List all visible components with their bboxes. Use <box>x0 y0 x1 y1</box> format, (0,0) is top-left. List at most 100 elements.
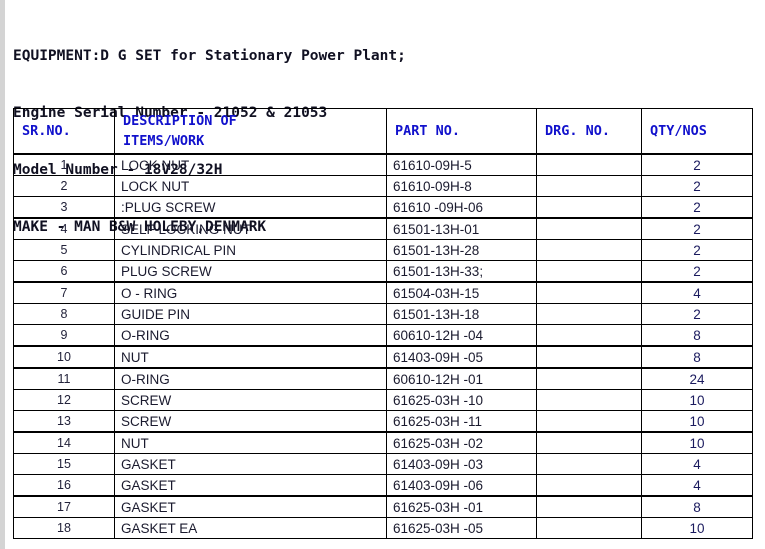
table-row: 10 NUT 61403-09H -05 8 <box>13 345 753 369</box>
cell-part-no: 61625-03H -01 <box>386 495 537 518</box>
cell-qty-nos: 2 <box>641 303 753 325</box>
cell-sr-no: 11 <box>13 367 115 390</box>
cell-part-no: 61625-03H -10 <box>386 389 537 411</box>
cell-part-no: 61610 -09H-06 <box>386 196 537 219</box>
cell-drg-no <box>536 367 642 390</box>
cell-sr-no: 14 <box>13 431 115 454</box>
cell-sr-no: 5 <box>13 239 115 261</box>
cell-description: GASKET <box>114 474 387 497</box>
cell-description: :PLUG SCREW <box>114 196 387 219</box>
table-header-row: SR.NO. DESCRIPTION OF ITEMS/WORK PART NO… <box>13 108 753 155</box>
cell-sr-no: 8 <box>13 303 115 325</box>
table-row: 11 O-RING 60610-12H -01 24 <box>13 367 753 390</box>
cell-part-no: 61610-09H-8 <box>386 175 537 197</box>
table-row: 1 LOCK NUT 61610-09H-5 2 <box>13 153 753 176</box>
cell-drg-no <box>536 517 642 539</box>
cell-drg-no <box>536 324 642 347</box>
cell-drg-no <box>536 410 642 433</box>
table-row: 8 GUIDE PIN 61501-13H-18 2 <box>13 303 753 325</box>
cell-drg-no <box>536 303 642 325</box>
cell-qty-nos: 2 <box>641 239 753 261</box>
table-row: 4 SELF LOCKING NUT 61501-13H-01 2 <box>13 217 753 240</box>
table-row: 16 GASKET 61403-09H -06 4 <box>13 474 753 497</box>
cell-part-no: 61403-09H -06 <box>386 474 537 497</box>
cell-description: PLUG SCREW <box>114 260 387 283</box>
cell-qty-nos: 8 <box>641 345 753 369</box>
table-row: 18 GASKET EA 61625-03H -05 10 <box>13 517 753 539</box>
cell-sr-no: 9 <box>13 324 115 347</box>
cell-sr-no: 4 <box>13 217 115 240</box>
cell-qty-nos: 4 <box>641 453 753 475</box>
cell-drg-no <box>536 175 642 197</box>
column-header-sr-no: SR.NO. <box>13 108 115 155</box>
cell-qty-nos: 2 <box>641 175 753 197</box>
cell-drg-no <box>536 431 642 454</box>
cell-sr-no: 1 <box>13 153 115 176</box>
cell-sr-no: 13 <box>13 410 115 433</box>
cell-qty-nos: 2 <box>641 217 753 240</box>
cell-description: GUIDE PIN <box>114 303 387 325</box>
cell-part-no: 61403-09H -05 <box>386 345 537 369</box>
cell-description: LOCK NUT <box>114 175 387 197</box>
cell-part-no: 61501-13H-01 <box>386 217 537 240</box>
table-row: 6 PLUG SCREW 61501-13H-33; 2 <box>13 260 753 283</box>
cell-description: CYLINDRICAL PIN <box>114 239 387 261</box>
cell-sr-no: 17 <box>13 495 115 518</box>
cell-sr-no: 7 <box>13 281 115 304</box>
cell-qty-nos: 10 <box>641 431 753 454</box>
cell-drg-no <box>536 453 642 475</box>
cell-part-no: 61504-03H-15 <box>386 281 537 304</box>
cell-drg-no <box>536 345 642 369</box>
cell-sr-no: 2 <box>13 175 115 197</box>
table-body: 1 LOCK NUT 61610-09H-5 2 2 LOCK NUT 61610-09H-… <box>13 153 753 539</box>
table-row: 12 SCREW 61625-03H -10 10 <box>13 389 753 411</box>
cell-drg-no <box>536 281 642 304</box>
cell-drg-no <box>536 196 642 219</box>
cell-description: NUT <box>114 431 387 454</box>
cell-drg-no <box>536 495 642 518</box>
cell-description: GASKET <box>114 495 387 518</box>
cell-drg-no <box>536 474 642 497</box>
cell-drg-no <box>536 153 642 176</box>
cell-part-no: 61501-13H-33; <box>386 260 537 283</box>
cell-sr-no: 15 <box>13 453 115 475</box>
cell-part-no: 61625-03H -11 <box>386 410 537 433</box>
table-row: 17 GASKET 61625-03H -01 8 <box>13 495 753 518</box>
cell-description: LOCK NUT <box>114 153 387 176</box>
document-page: EQUIPMENT:D G SET for Stationary Power P… <box>0 0 765 549</box>
cell-qty-nos: 4 <box>641 281 753 304</box>
cell-qty-nos: 24 <box>641 367 753 390</box>
cell-description: GASKET EA <box>114 517 387 539</box>
cell-drg-no <box>536 239 642 261</box>
cell-part-no: 60610-12H -04 <box>386 324 537 347</box>
column-header-drg-no: DRG. NO. <box>536 108 642 155</box>
cell-qty-nos: 4 <box>641 474 753 497</box>
cell-description: O-RING <box>114 367 387 390</box>
table-row: 13 SCREW 61625-03H -11 10 <box>13 410 753 433</box>
cell-sr-no: 12 <box>13 389 115 411</box>
cell-part-no: 61610-09H-5 <box>386 153 537 176</box>
cell-sr-no: 18 <box>13 517 115 539</box>
cell-sr-no: 6 <box>13 260 115 283</box>
cell-qty-nos: 10 <box>641 410 753 433</box>
cell-qty-nos: 10 <box>641 517 753 539</box>
cell-qty-nos: 8 <box>641 324 753 347</box>
cell-description: NUT <box>114 345 387 369</box>
cell-description: SCREW <box>114 410 387 433</box>
cell-drg-no <box>536 217 642 240</box>
cell-sr-no: 16 <box>13 474 115 497</box>
table-row: 9 O-RING 60610-12H -04 8 <box>13 324 753 347</box>
cell-description: SELF LOCKING NUT <box>114 217 387 240</box>
table-row: 5 CYLINDRICAL PIN 61501-13H-28 2 <box>13 239 753 261</box>
cell-qty-nos: 2 <box>641 153 753 176</box>
column-header-qty-nos: QTY/NOS <box>641 108 753 155</box>
cell-part-no: 61625-03H -05 <box>386 517 537 539</box>
cell-sr-no: 10 <box>13 345 115 369</box>
cell-part-no: 61501-13H-28 <box>386 239 537 261</box>
table-header: SR.NO. DESCRIPTION OF ITEMS/WORK PART NO… <box>13 108 753 155</box>
cell-part-no: 61625-03H -02 <box>386 431 537 454</box>
table-row: 15 GASKET 61403-09H -03 4 <box>13 453 753 475</box>
cell-part-no: 60610-12H -01 <box>386 367 537 390</box>
header-line-equipment: EQUIPMENT:D G SET for Stationary Power P… <box>13 48 406 64</box>
cell-drg-no <box>536 389 642 411</box>
